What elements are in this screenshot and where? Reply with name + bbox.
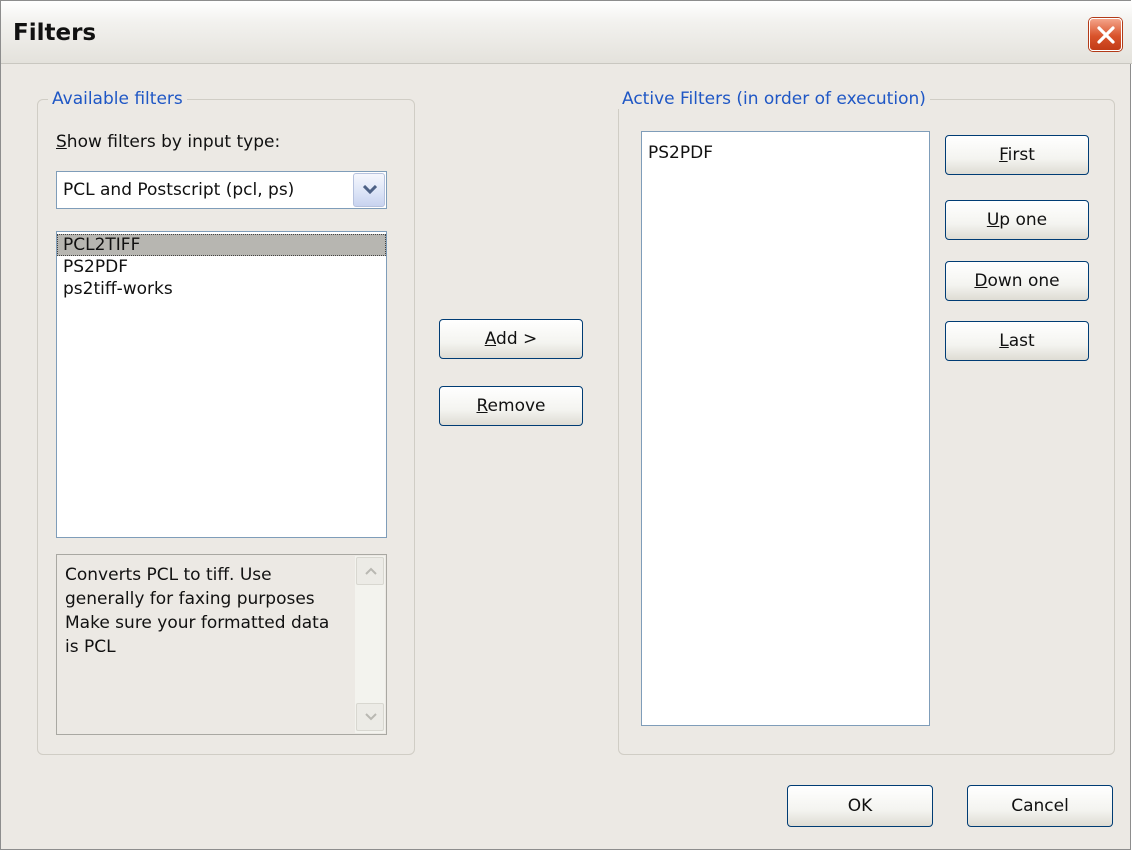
show-filters-by-label-mnemonic: S xyxy=(56,132,67,152)
scroll-down-button[interactable] xyxy=(356,703,384,731)
move-first-rest: irst xyxy=(1007,145,1035,165)
active-filters-list[interactable]: PS2PDF xyxy=(641,131,930,726)
move-up-mnemonic: U xyxy=(986,210,1000,230)
title-bar[interactable]: Filters xyxy=(1,1,1132,64)
show-filters-by-label-rest: how filters by input type: xyxy=(66,132,281,152)
move-last-rest: ast xyxy=(1008,331,1035,351)
window-title: Filters xyxy=(13,20,97,46)
remove-button[interactable]: Remove xyxy=(439,386,583,426)
move-down-mnemonic: D xyxy=(974,271,988,291)
cancel-button[interactable]: Cancel xyxy=(967,785,1113,827)
add-button-rest: dd > xyxy=(496,329,538,349)
filters-dialog: Filters Available filters Show filters b… xyxy=(0,0,1132,850)
add-button-mnemonic: A xyxy=(484,329,497,349)
remove-button-mnemonic: R xyxy=(476,396,488,416)
ok-button[interactable]: OK xyxy=(787,785,933,827)
move-down-one-button[interactable]: Down one xyxy=(945,261,1089,301)
show-filters-by-label: Show filters by input type: xyxy=(56,132,280,152)
close-button[interactable] xyxy=(1089,18,1122,51)
filter-description-box[interactable]: Converts PCL to tiff. Use generally for … xyxy=(56,554,387,735)
available-filter-item-pcl2tiff[interactable]: PCL2TIFF xyxy=(57,234,386,256)
scroll-up-button[interactable] xyxy=(356,557,384,585)
input-type-select[interactable]: PCL and Postscript (pcl, ps) xyxy=(56,171,387,209)
move-down-rest: own one xyxy=(987,271,1060,291)
available-filter-item-ps2tiff-works[interactable]: ps2tiff-works xyxy=(57,278,386,300)
available-filters-list[interactable]: PCL2TIFF PS2PDF ps2tiff-works xyxy=(56,231,387,538)
move-first-mnemonic: F xyxy=(999,145,1008,165)
active-filter-item-ps2pdf[interactable]: PS2PDF xyxy=(642,142,929,164)
close-icon xyxy=(1097,26,1115,44)
move-last-mnemonic: L xyxy=(999,331,1009,351)
filter-description-text: Converts PCL to tiff. Use generally for … xyxy=(65,565,330,657)
add-button[interactable]: Add > xyxy=(439,319,583,359)
move-first-button[interactable]: First xyxy=(945,135,1089,175)
remove-button-rest: emove xyxy=(487,396,546,416)
move-up-one-button[interactable]: Up one xyxy=(945,200,1089,240)
available-filter-item-ps2pdf[interactable]: PS2PDF xyxy=(57,256,386,278)
scroll-up-arrow-icon xyxy=(365,567,377,575)
scroll-down-arrow-icon xyxy=(365,713,377,721)
active-filters-legend: Active Filters (in order of execution) xyxy=(618,89,930,109)
description-scrollbar[interactable] xyxy=(355,556,385,733)
input-type-selected-value: PCL and Postscript (pcl, ps) xyxy=(63,180,295,200)
input-type-dropdown-button[interactable] xyxy=(353,173,385,207)
move-up-rest: p one xyxy=(999,210,1048,230)
chevron-down-icon xyxy=(363,185,377,195)
available-filters-legend: Available filters xyxy=(48,89,187,109)
move-last-button[interactable]: Last xyxy=(945,321,1089,361)
